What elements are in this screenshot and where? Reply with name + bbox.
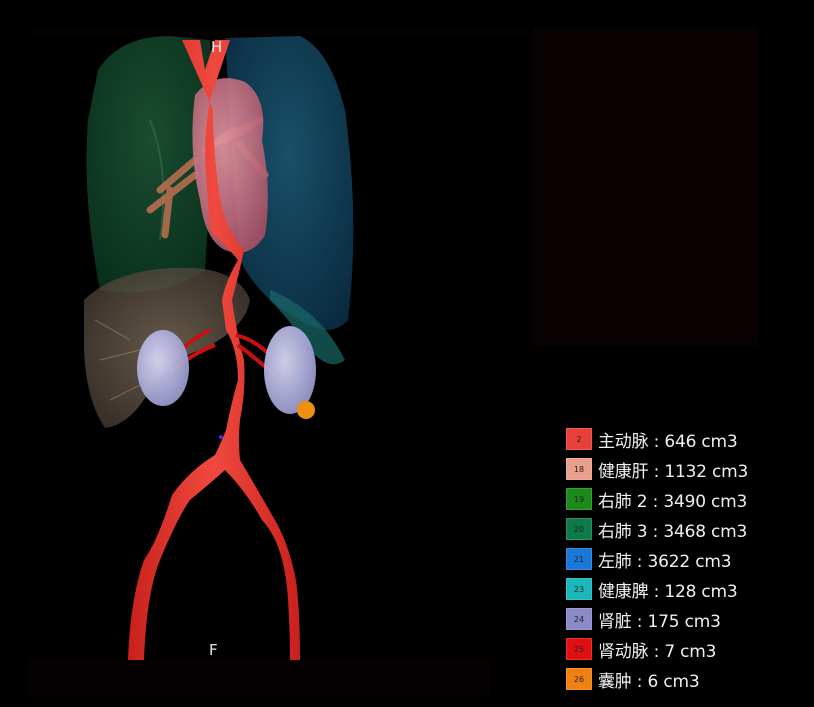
legend-item-right-lung-3[interactable]: 20 右肺 3 : 3468 cm3 — [566, 514, 806, 544]
cyst-shape — [297, 401, 315, 419]
legend-swatch: 25 — [566, 638, 592, 660]
legend-item-kidney[interactable]: 24 肾脏 : 175 cm3 — [566, 604, 806, 634]
legend-label: 右肺 2 : 3490 cm3 — [598, 491, 748, 512]
legend-item-left-lung[interactable]: 21 左肺 : 3622 cm3 — [566, 544, 806, 574]
legend-label: 健康肝 : 1132 cm3 — [598, 461, 749, 482]
left-kidney-shape — [264, 326, 316, 414]
legend-swatch: 19 — [566, 488, 592, 510]
3d-render-viewport[interactable]: H F 2 主动脉 : 646 cm3 18 健康肝 : 1132 cm3 19… — [0, 0, 814, 707]
legend-item-cyst[interactable]: 26 囊肿 : 6 cm3 — [566, 664, 806, 694]
orientation-foot-label: F — [209, 641, 218, 659]
legend-label: 右肺 3 : 3468 cm3 — [598, 521, 748, 542]
legend-label: 肾动脉 : 7 cm3 — [598, 641, 717, 662]
legend-item-healthy-liver[interactable]: 18 健康肝 : 1132 cm3 — [566, 454, 806, 484]
segmentation-legend: 2 主动脉 : 646 cm3 18 健康肝 : 1132 cm3 19 右肺 … — [566, 424, 806, 694]
legend-swatch: 20 — [566, 518, 592, 540]
legend-item-right-lung-2[interactable]: 19 右肺 2 : 3490 cm3 — [566, 484, 806, 514]
legend-label: 健康脾 : 128 cm3 — [598, 581, 738, 602]
legend-swatch: 24 — [566, 608, 592, 630]
legend-swatch: 26 — [566, 668, 592, 690]
legend-label: 囊肿 : 6 cm3 — [598, 671, 700, 692]
legend-label: 主动脉 : 646 cm3 — [598, 431, 738, 452]
legend-swatch: 23 — [566, 578, 592, 600]
legend-item-healthy-spleen[interactable]: 23 健康脾 : 128 cm3 — [566, 574, 806, 604]
right-kidney-shape — [137, 330, 189, 406]
orientation-head-label: H — [211, 38, 223, 56]
legend-label: 肾脏 : 175 cm3 — [598, 611, 721, 632]
legend-label: 左肺 : 3622 cm3 — [598, 551, 732, 572]
legend-swatch: 2 — [566, 428, 592, 450]
legend-item-renal-artery[interactable]: 25 肾动脉 : 7 cm3 — [566, 634, 806, 664]
legend-item-aorta[interactable]: 2 主动脉 : 646 cm3 — [566, 424, 806, 454]
legend-swatch: 21 — [566, 548, 592, 570]
legend-swatch: 18 — [566, 458, 592, 480]
